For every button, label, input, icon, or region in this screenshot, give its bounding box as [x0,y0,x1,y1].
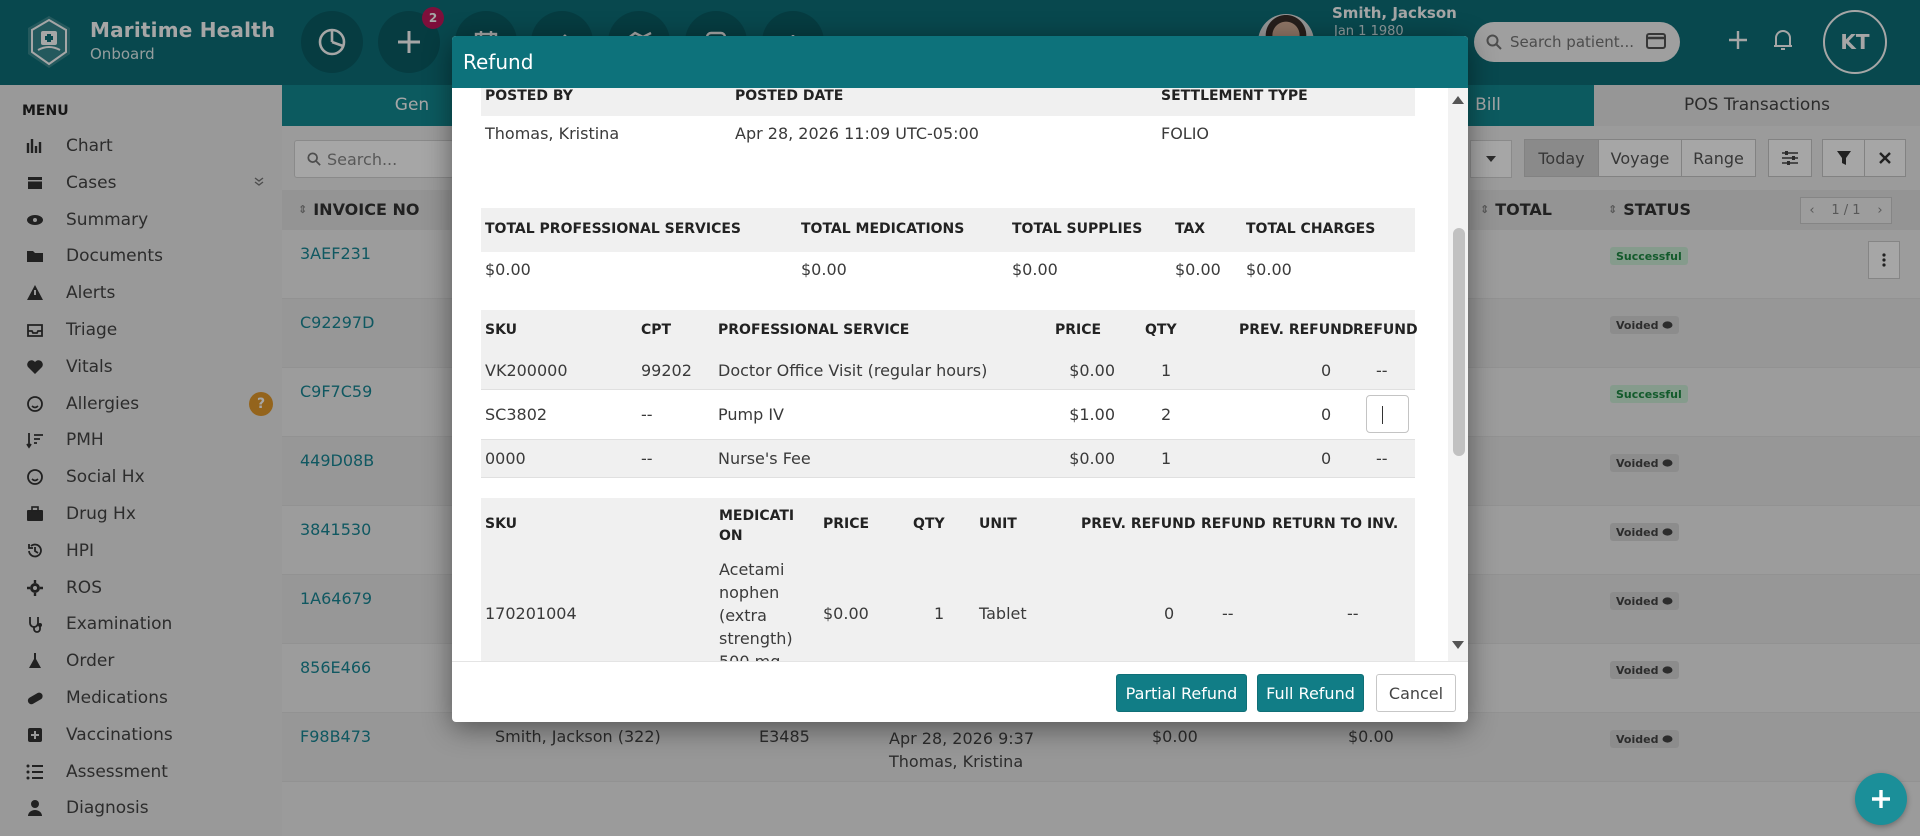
medications-header: SKU MEDICATI ON PRICE QTY UNIT PREV. REFU… [481,498,1415,552]
posted-by-value: Thomas, Kristina [485,124,620,143]
total-supplies-value: $0.00 [1012,260,1058,279]
tax-header: TAX [1175,221,1206,237]
cancel-button[interactable]: Cancel [1376,674,1456,712]
med-price-header: PRICE [823,516,870,532]
scroll-down-icon[interactable] [1452,641,1464,649]
service-qty: 1 [1161,449,1172,468]
fab-add-button[interactable] [1855,773,1907,825]
service-row: VK200000 99202 Doctor Office Visit (regula… [481,352,1415,390]
med-refund-value: -- [1222,604,1234,623]
posted-date-header: POSTED DATE [735,88,844,104]
price-header: PRICE [1055,322,1102,338]
modal-body: POSTED BY POSTED DATE SETTLEMENT TYPE Th… [452,88,1468,661]
service-price: $0.00 [1069,449,1115,468]
medication-name-line: nophen [719,583,780,602]
service-prev-refund: 0 [1321,449,1332,468]
total-charges-header: TOTAL CHARGES [1246,221,1376,237]
medication-name: Acetami nophen (extra strength) 500 mg [719,558,793,661]
total-medications-header: TOTAL MEDICATIONS [801,221,965,237]
service-price: $1.00 [1069,405,1115,424]
tax-value: $0.00 [1175,260,1221,279]
services-header: SKU CPT PROFESSIONAL SERVICE PRICE QTY P… [481,310,1418,352]
total-professional-services-header: TOTAL PROFESSIONAL SERVICES [485,221,741,237]
cpt-header: CPT [641,322,672,338]
service-name: Nurse's Fee [718,449,811,468]
medication-name-line: (extra [719,606,767,625]
unit-value: Tablet [979,604,1027,623]
total-supplies-header: TOTAL SUPPLIES [1012,221,1143,237]
total-professional-services-value: $0.00 [485,260,531,279]
service-row: 0000 -- Nurse's Fee $0.00 1 0 -- [481,440,1415,478]
service-name: Pump IV [718,405,784,424]
medication-name-line: strength) [719,629,793,648]
service-price: $0.00 [1069,361,1115,380]
service-cpt: -- [641,449,653,468]
posted-date-value: Apr 28, 2026 11:09 UTC-05:00 [735,124,979,143]
medication-header: MEDICATI ON [719,508,795,544]
service-prev-refund: 0 [1321,405,1332,424]
medication-name-line: Acetami [719,560,785,579]
partial-refund-button[interactable]: Partial Refund [1116,674,1247,712]
qty-header: QTY [1145,322,1177,338]
medication-row: 170201004 Acetami nophen (extra strength) 50… [481,552,1415,661]
med-sku-value: 170201004 [485,604,577,623]
unit-header: UNIT [979,516,1017,532]
settlement-type-value: FOLIO [1161,124,1210,143]
posted-row: Thomas, Kristina Apr 28, 2026 11:09 UTC-… [481,116,1415,150]
totals-row: $0.00 $0.00 $0.00 $0.00 $0.00 [481,252,1415,288]
modal-scrollbar[interactable] [1448,88,1468,661]
professional-service-header: PROFESSIONAL SERVICE [718,322,910,338]
service-sku: VK200000 [485,361,568,380]
posted-header: POSTED BY POSTED DATE SETTLEMENT TYPE [481,88,1415,116]
plus-icon [1870,788,1892,810]
refund-quantity-input[interactable] [1366,395,1409,433]
med-qty-header: QTY [913,516,945,532]
service-cpt: -- [641,405,653,424]
service-name: Doctor Office Visit (regular hours) [718,361,988,380]
service-prev-refund: 0 [1321,361,1332,380]
sku-header: SKU [485,322,518,338]
return-to-inv-header: RETURN TO INV. [1272,516,1399,532]
medication-name-line: 500 mg [719,652,780,661]
refund-header: REFUND [1353,322,1418,338]
settlement-type-header: SETTLEMENT TYPE [1161,88,1308,104]
prev-refund-header: PREV. REFUND [1239,322,1354,338]
med-prev-refund-header: PREV. REFUND [1081,516,1196,532]
med-prev-refund-value: 0 [1164,604,1175,623]
modal-footer: Partial Refund Full Refund Cancel [452,661,1468,722]
scroll-thumb[interactable] [1453,228,1465,456]
total-medications-value: $0.00 [801,260,847,279]
totals-header: TOTAL PROFESSIONAL SERVICES TOTAL MEDICA… [481,208,1415,252]
service-qty: 1 [1161,361,1172,380]
total-charges-value: $0.00 [1246,260,1292,279]
service-row: SC3802 -- Pump IV $1.00 2 0 [481,390,1415,440]
service-refund: -- [1376,361,1388,380]
med-refund-header: REFUND [1201,516,1266,532]
service-cpt: 99202 [641,361,692,380]
med-price-value: $0.00 [823,604,869,623]
modal-title: Refund [452,36,1468,88]
service-qty: 2 [1161,405,1172,424]
med-sku-header: SKU [485,516,518,532]
full-refund-button[interactable]: Full Refund [1257,674,1364,712]
refund-modal: Refund POSTED BY POSTED DATE SETTLEMENT … [452,36,1468,722]
posted-by-header: POSTED BY [485,88,573,104]
med-qty-value: 1 [934,604,945,623]
service-refund: -- [1376,449,1388,468]
scroll-up-icon[interactable] [1452,96,1464,104]
service-sku: 0000 [485,449,526,468]
service-sku: SC3802 [485,405,548,424]
return-to-inv-value: -- [1347,604,1359,623]
